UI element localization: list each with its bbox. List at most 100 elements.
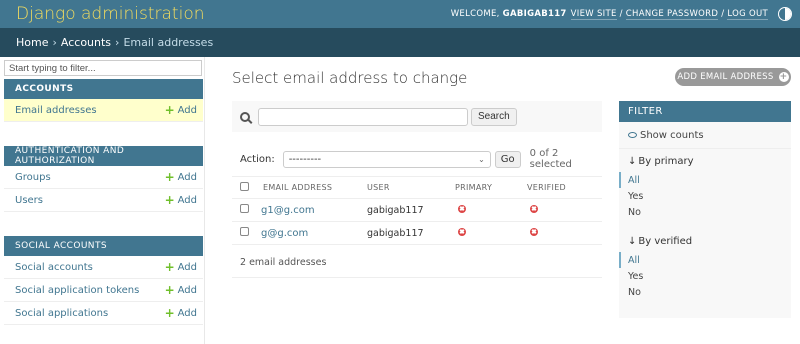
add-label: Add — [177, 284, 197, 296]
filter-option-no[interactable]: No — [619, 204, 791, 220]
filter-option-yes[interactable]: Yes — [619, 188, 791, 204]
no-icon — [458, 204, 466, 213]
plus-icon: + — [164, 306, 175, 320]
add-link[interactable]: + Add — [165, 284, 197, 296]
filter-panel: FILTER Show counts ↓ By primary All Yes … — [619, 101, 791, 318]
change-password-link[interactable]: CHANGE PASSWORD — [625, 9, 719, 20]
plus-icon: + — [164, 283, 175, 297]
model-link[interactable]: Email addresses — [15, 105, 97, 116]
search-toolbar: Search — [232, 101, 602, 132]
module-caption[interactable]: SOCIAL ACCOUNTS — [4, 236, 203, 256]
filter-option-all[interactable]: All — [619, 252, 791, 268]
breadcrumb-current: Email addresses — [123, 36, 214, 49]
filter-option-all[interactable]: All — [619, 172, 791, 188]
theme-toggle-icon[interactable] — [778, 7, 792, 21]
actions-bar: Action: --------- ⌄ Go 0 of 2 selected — [232, 148, 602, 170]
log-out-link[interactable]: LOG OUT — [727, 9, 768, 20]
breadcrumb-accounts[interactable]: Accounts — [61, 36, 111, 49]
user-cell: gabigab117 — [363, 221, 451, 245]
filter-heading-primary: ↓ By primary — [619, 150, 791, 172]
site-header: Django administration WELCOME, GABIGAB11… — [0, 0, 800, 28]
column-header-primary[interactable]: PRIMARY — [451, 176, 523, 199]
user-tools: WELCOME, GABIGAB117 VIEW SITE / CHANGE P… — [451, 7, 792, 21]
plus-icon: + — [778, 72, 789, 82]
site-branding[interactable]: Django administration — [16, 4, 205, 24]
module-caption[interactable]: ACCOUNTS — [4, 79, 203, 99]
no-icon — [530, 204, 538, 213]
paginator: 2 email addresses — [240, 257, 327, 268]
column-header-verified[interactable]: VERIFIED — [523, 176, 602, 199]
go-button[interactable]: Go — [494, 150, 521, 168]
breadcrumb: Home › Accounts › Email addresses — [0, 28, 800, 57]
sidebar-item-social-application-tokens: Social application tokens + Add — [4, 279, 203, 302]
email-link[interactable]: g1@g.com — [261, 205, 315, 216]
filter-heading-verified: ↓ By verified — [619, 230, 791, 252]
add-link[interactable]: + Add — [165, 307, 197, 319]
welcome-text: WELCOME, — [450, 9, 500, 19]
table-row: g1@g.com gabigab117 — [232, 198, 602, 222]
action-label: Action: — [240, 153, 275, 165]
module-auth: AUTHENTICATION AND AUTHORIZATION Groups … — [4, 146, 203, 212]
no-icon — [458, 227, 466, 236]
add-link[interactable]: + Add — [165, 261, 197, 273]
model-link[interactable]: Social accounts — [15, 262, 93, 273]
module-caption[interactable]: AUTHENTICATION AND AUTHORIZATION — [4, 146, 203, 166]
model-link[interactable]: Users — [15, 195, 43, 206]
plus-icon: + — [164, 103, 175, 117]
primary-cell — [451, 198, 523, 222]
filter-title: FILTER — [619, 101, 791, 122]
filter-heading-label: By primary — [638, 155, 694, 167]
show-counts-link[interactable]: Show counts — [619, 122, 791, 149]
add-email-address-button[interactable]: ADD EMAIL ADDRESS + — [675, 68, 791, 86]
filter-option-yes[interactable]: Yes — [619, 268, 791, 284]
add-label: Add — [177, 104, 197, 116]
breadcrumb-home[interactable]: Home — [16, 36, 48, 49]
plus-icon: + — [164, 170, 175, 184]
sidebar-item-groups: Groups + Add — [4, 166, 203, 189]
breadcrumb-separator: › — [52, 36, 57, 49]
page-title: Select email address to change — [232, 69, 468, 87]
row-checkbox[interactable] — [240, 227, 249, 236]
add-link[interactable]: + Add — [165, 104, 197, 116]
column-header-user[interactable]: USER — [363, 176, 451, 199]
action-select[interactable]: --------- ⌄ — [282, 150, 491, 168]
nav-filter-input[interactable] — [4, 60, 202, 76]
table-header-row: EMAIL ADDRESS USER PRIMARY VERIFIED — [232, 176, 602, 199]
add-link[interactable]: + Add — [165, 171, 197, 183]
view-site-link[interactable]: VIEW SITE — [570, 9, 617, 20]
search-input[interactable] — [258, 107, 468, 126]
row-checkbox[interactable] — [240, 204, 249, 213]
select-all-checkbox[interactable] — [240, 182, 249, 191]
add-label: Add — [177, 171, 197, 183]
model-link[interactable]: Social application tokens — [15, 285, 139, 296]
show-counts-label: Show counts — [640, 129, 704, 141]
user-cell: gabigab117 — [363, 198, 451, 222]
model-link[interactable]: Groups — [15, 172, 51, 183]
search-icon — [240, 111, 250, 122]
email-cell: g1@g.com — [255, 198, 363, 222]
sidebar-item-email-addresses: Email addresses + Add — [4, 99, 203, 122]
table-row: g@g.com gabigab117 — [232, 221, 602, 245]
arrow-down-icon: ↓ — [628, 155, 637, 167]
plus-icon: + — [164, 193, 175, 207]
divider — [232, 277, 602, 278]
verified-cell — [523, 221, 602, 245]
primary-cell — [451, 221, 523, 245]
add-button-label: ADD EMAIL ADDRESS — [677, 72, 774, 82]
add-link[interactable]: + Add — [165, 194, 197, 206]
email-link[interactable]: g@g.com — [261, 228, 308, 239]
column-header-email[interactable]: EMAIL ADDRESS — [255, 176, 363, 199]
separator: / — [721, 9, 725, 19]
search-button[interactable]: Search — [471, 107, 517, 126]
email-cell: g@g.com — [255, 221, 363, 245]
sidebar-item-social-applications: Social applications + Add — [4, 302, 203, 325]
eye-icon — [628, 132, 637, 138]
add-label: Add — [177, 307, 197, 319]
no-icon — [530, 227, 538, 236]
model-link[interactable]: Social applications — [15, 308, 108, 319]
filter-option-no[interactable]: No — [619, 284, 791, 300]
row-select-cell — [232, 221, 255, 245]
separator: / — [619, 9, 623, 19]
nav-sidebar: ACCOUNTS Email addresses +Add AUTHENTICA… — [0, 57, 205, 344]
sidebar-item-users: Users + Add — [4, 189, 203, 212]
